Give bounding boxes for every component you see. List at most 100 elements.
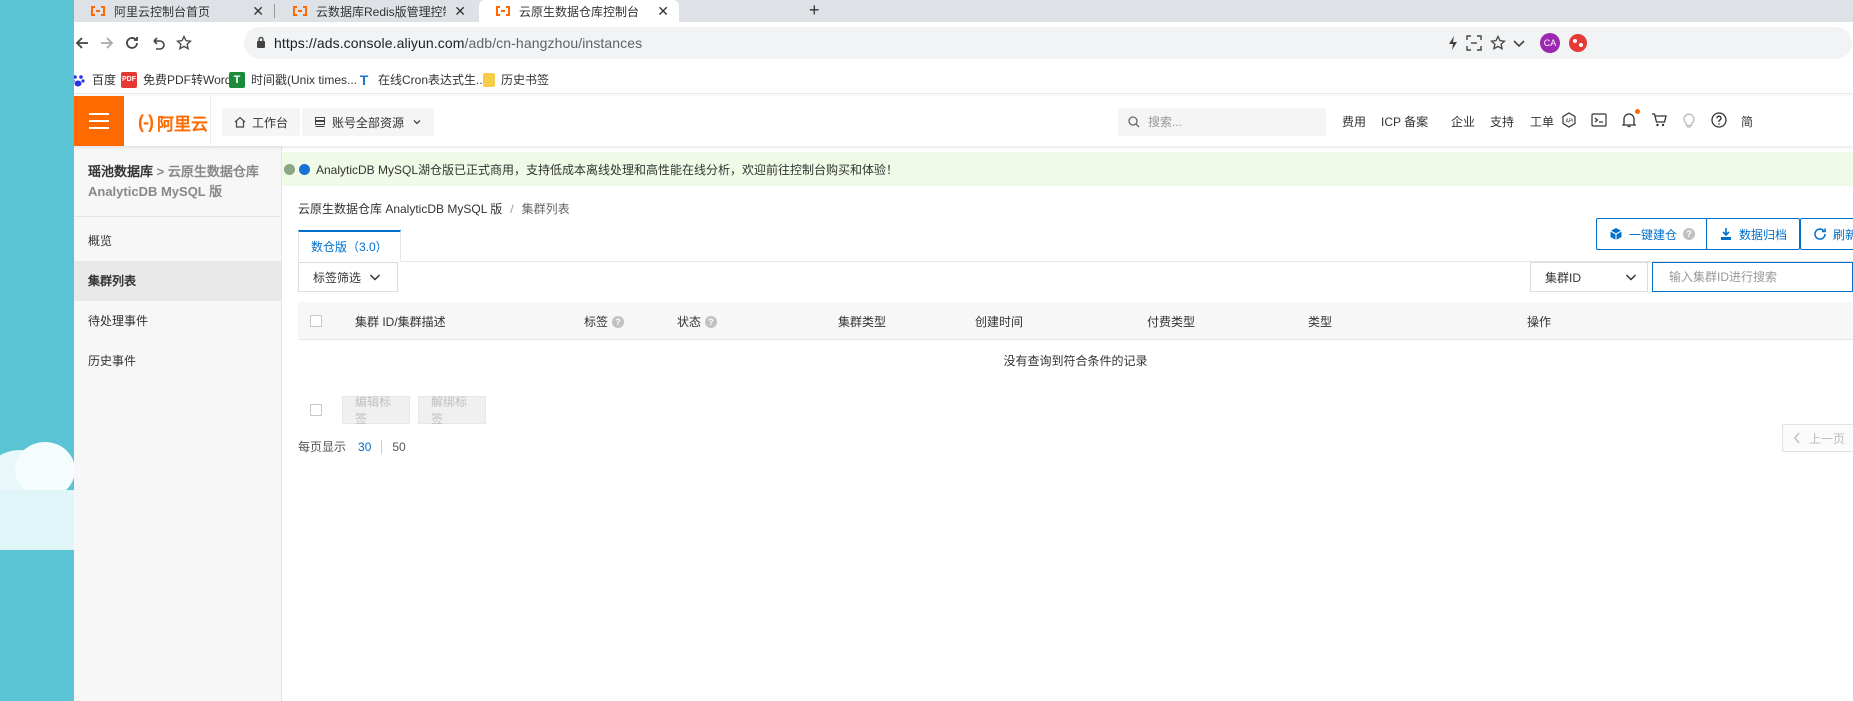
lock-icon	[257, 36, 265, 48]
chevron-down-icon	[369, 274, 381, 281]
undo-icon	[153, 37, 165, 50]
url-host: https://ads.console.aliyun.com	[274, 35, 465, 51]
notification-button[interactable]	[1620, 109, 1640, 129]
bookmarks-bar: 百度 PDF 免费PDF转Word T 时间戳(Unix times... T …	[74, 64, 1853, 94]
url-path: /adb/cn-hangzhou/instances	[464, 35, 643, 51]
divider	[210, 96, 211, 146]
extension-icon[interactable]	[1568, 33, 1588, 53]
menu-button[interactable]	[74, 96, 124, 146]
url-text: https://ads.console.aliyun.com/adb/cn-ha…	[274, 35, 642, 51]
back-button[interactable]	[74, 31, 94, 55]
sidebar-title: 瑶池数据库 > 云原生数据仓库 AnalyticDB MySQL 版	[74, 146, 281, 217]
browser-tab-console-home[interactable]: 阿里云控制台首页 ✕	[74, 0, 274, 22]
aliyun-favicon-icon	[90, 5, 106, 17]
page-size-option[interactable]: 50	[392, 440, 415, 454]
column-status: 状态?	[677, 313, 718, 330]
banner-text[interactable]: AnalyticDB MySQL湖仓版已正式商用，支持低成本离线处理和高性能在线…	[316, 161, 898, 178]
timestamp-icon: T	[229, 71, 245, 88]
star-icon	[176, 35, 192, 50]
bookmark-star-button[interactable]	[172, 31, 196, 55]
reload-button[interactable]	[120, 31, 144, 55]
sidebar-item-cluster-list[interactable]: 集群列表	[74, 261, 281, 301]
topbar-link-icp[interactable]: ICP 备案	[1381, 113, 1428, 130]
page-size-option[interactable]: 30	[358, 439, 383, 454]
prev-page-label: 上一页	[1809, 431, 1846, 446]
sidebar-title-parent[interactable]: 瑶池数据库	[88, 164, 153, 179]
address-bar[interactable]: https://ads.console.aliyun.com/adb/cn-ha…	[244, 27, 1852, 59]
terminal-icon[interactable]	[1590, 111, 1608, 129]
console-search[interactable]	[1118, 108, 1326, 136]
lightning-icon[interactable]	[1446, 35, 1460, 51]
bookmark-pdf[interactable]: PDF 免费PDF转Word	[121, 71, 231, 88]
bookmark-baidu[interactable]: 百度	[74, 71, 116, 88]
desktop-cloud-decoration	[0, 442, 74, 550]
bookmark-timestamp[interactable]: T 时间戳(Unix times...	[229, 71, 357, 88]
arrow-left-icon	[75, 37, 88, 49]
breadcrumb-current: 集群列表	[521, 202, 570, 216]
console-topbar: (-) 阿里云 工作台 账号全部资源 费用 ICP 备案 企业 支持 工单 AP…	[74, 96, 1853, 146]
prev-page-button[interactable]: 上一页	[1782, 424, 1853, 452]
bookmark-folder[interactable]: 历史书签	[483, 71, 549, 88]
folder-icon	[483, 72, 495, 87]
one-click-create-button[interactable]: 一键建仓 ?	[1596, 218, 1709, 250]
tab-warehouse-edition[interactable]: 数仓版（3.0）	[298, 230, 401, 262]
bookmark-label: 百度	[92, 73, 117, 87]
topbar-link-fees[interactable]: 费用	[1342, 113, 1366, 130]
column-cluster-id: 集群 ID/集群描述	[355, 315, 446, 329]
arrow-right-icon	[101, 37, 114, 49]
forward-button[interactable]	[95, 31, 119, 55]
language-switch[interactable]: 简	[1741, 113, 1753, 130]
resources-dropdown[interactable]: 账号全部资源	[302, 108, 435, 136]
refresh-button-label: 刷新	[1833, 227, 1853, 242]
api-icon[interactable]: API	[1560, 111, 1578, 129]
select-all-checkbox[interactable]	[310, 315, 322, 327]
bulk-select-checkbox[interactable]	[310, 404, 322, 416]
pdf-icon: PDF	[121, 71, 137, 88]
home-icon	[234, 116, 246, 128]
bookmark-label: 历史书签	[501, 73, 550, 87]
browser-tab-redis[interactable]: 云数据库Redis版管理控制台 ✕	[276, 0, 476, 22]
search-field-select[interactable]: 集群ID	[1530, 262, 1648, 292]
close-tab-icon[interactable]: ✕	[252, 3, 264, 20]
browser-tab-adb[interactable]: 云原生数据仓库控制台 ✕	[479, 0, 679, 22]
download-icon	[1721, 228, 1731, 240]
topbar-link-support[interactable]: 支持	[1490, 113, 1514, 130]
breadcrumb-parent[interactable]: 云原生数据仓库 AnalyticDB MySQL 版	[298, 202, 502, 216]
close-tab-icon[interactable]: ✕	[657, 3, 669, 20]
cube-icon	[1610, 228, 1622, 240]
help-icon[interactable]: ?	[705, 315, 718, 328]
logo-bracket: (-)	[138, 112, 154, 132]
topbar-link-enterprise[interactable]: 企业	[1451, 113, 1475, 130]
lightbulb-icon[interactable]	[1680, 111, 1698, 129]
bell-icon	[1622, 113, 1636, 128]
tab-title: 云原生数据仓库控制台	[519, 4, 640, 19]
help-icon[interactable]	[1710, 111, 1728, 129]
workbench-button[interactable]: 工作台	[222, 108, 301, 136]
tag-filter-dropdown[interactable]: 标签筛选	[298, 262, 398, 292]
sidebar-item-overview[interactable]: 概览	[74, 221, 281, 261]
remove-tags-button[interactable]: 解绑标签	[418, 395, 486, 426]
chevron-down-icon[interactable]	[1512, 35, 1526, 51]
aliyun-logo[interactable]: (-) 阿里云	[138, 110, 208, 135]
empty-state-text: 没有查询到符合条件的记录	[1003, 354, 1148, 368]
star-icon[interactable]	[1490, 35, 1506, 51]
data-archive-button[interactable]: 数据归档	[1706, 218, 1801, 250]
undo-button[interactable]	[146, 31, 170, 55]
refresh-button[interactable]: 刷新	[1800, 218, 1853, 250]
column-create-time: 创建时间	[975, 315, 1024, 329]
workbench-label: 工作台	[252, 115, 289, 130]
console-search-input[interactable]	[1148, 115, 1318, 129]
new-tab-button[interactable]: +	[809, 0, 820, 20]
cluster-id-search-input[interactable]	[1652, 262, 1853, 292]
help-icon[interactable]: ?	[612, 315, 625, 328]
create-button-label: 一键建仓	[1629, 227, 1678, 242]
close-tab-icon[interactable]: ✕	[454, 3, 466, 20]
cart-icon[interactable]	[1650, 111, 1668, 129]
sidebar-item-pending-events[interactable]: 待处理事件	[74, 301, 281, 341]
topbar-link-ticket[interactable]: 工单	[1530, 113, 1554, 130]
profile-avatar[interactable]: CA	[1540, 33, 1560, 53]
edit-tags-button[interactable]: 编辑标签	[342, 395, 410, 426]
sidebar-item-history-events[interactable]: 历史事件	[74, 341, 281, 381]
screenshot-icon[interactable]	[1466, 35, 1482, 51]
bookmark-cron[interactable]: T 在线Cron表达式生...	[356, 71, 486, 88]
